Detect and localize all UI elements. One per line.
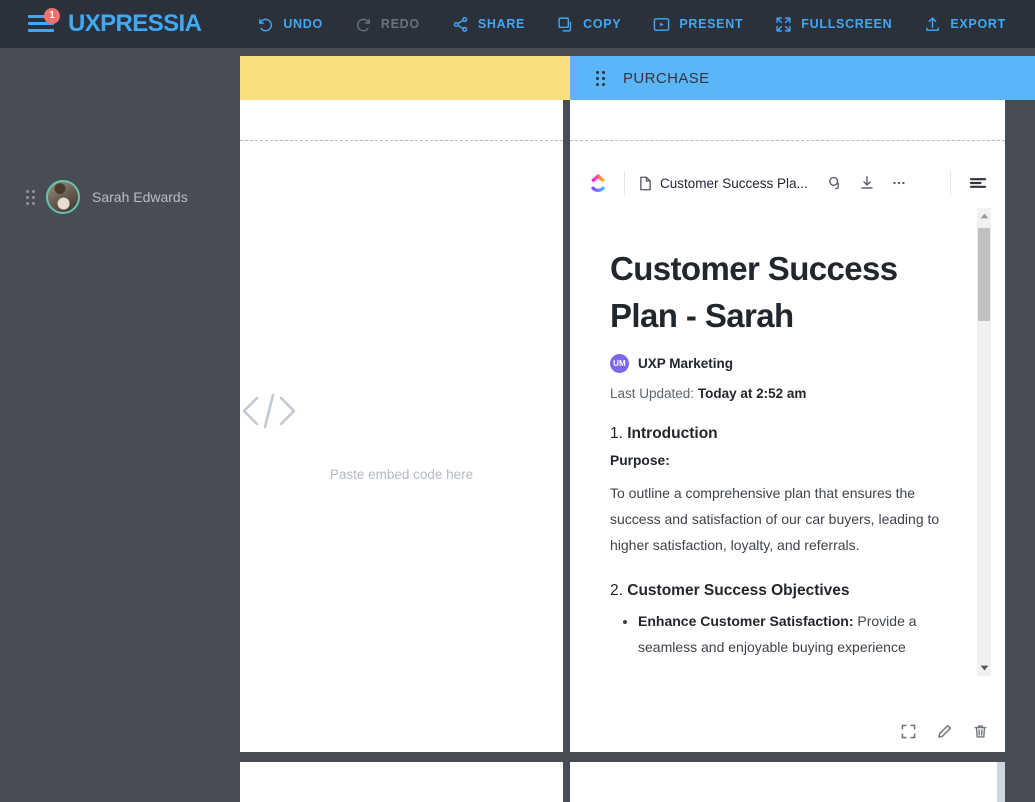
author-avatar: UM [610, 354, 629, 373]
stage-purchase-label: PURCHASE [623, 70, 710, 87]
share-button[interactable]: SHARE [452, 16, 525, 33]
embed-placeholder-text: Paste embed code here [330, 467, 473, 482]
stage-purchase[interactable]: PURCHASE [570, 56, 1035, 100]
document-author: UM UXP Marketing [610, 354, 961, 373]
duplicate-icon[interactable] [822, 170, 848, 196]
document-title: Customer Success Plan - Sarah [610, 246, 961, 340]
card-next-row-right[interactable] [570, 762, 1005, 802]
document-toolbar-right [936, 170, 991, 196]
journey-canvas: Paste embed code here [240, 100, 1035, 779]
toolbar-actions: UNDO REDO SHARE [257, 16, 1035, 33]
redo-label: REDO [381, 18, 420, 31]
document-toolbar-icons [822, 170, 912, 196]
toolbar-separator [950, 171, 951, 195]
delete-icon[interactable] [971, 722, 989, 740]
card-document[interactable]: Customer Success Pla... [570, 100, 1005, 752]
section-1-subheading: Purpose: [610, 453, 961, 468]
more-horizontal-icon[interactable] [886, 170, 912, 196]
scrollbar-thumb[interactable] [978, 228, 990, 321]
section-2-heading: 2. Customer Success Objectives [610, 582, 961, 600]
persona-row[interactable]: Sarah Edwards [0, 172, 240, 222]
persona-avatar[interactable] [46, 180, 80, 214]
hamburger-bar [28, 29, 54, 32]
fullscreen-icon [775, 16, 792, 33]
list-item: Enhance Customer Satisfaction: Provide a… [638, 608, 961, 660]
author-name: UXP Marketing [638, 356, 733, 371]
fullscreen-label: FULLSCREEN [801, 18, 892, 31]
section-1-heading: 1. Introduction [610, 425, 961, 443]
clickup-logo-icon[interactable] [588, 172, 610, 194]
stage-previous[interactable] [240, 56, 570, 100]
embed-placeholder[interactable]: Paste embed code here [240, 390, 563, 484]
present-button[interactable]: PRESENT [653, 16, 743, 33]
redo-button[interactable]: REDO [355, 16, 420, 33]
copy-label: COPY [583, 18, 621, 31]
last-updated-label: Last Updated: [610, 386, 694, 401]
stage-drag-handle-icon[interactable] [596, 71, 605, 86]
card-next-row-left[interactable] [240, 762, 563, 802]
bullet-bold-label: Enhance Customer Satisfaction: [638, 613, 854, 629]
document-body: Customer Success Plan - Sarah UM UXP Mar… [570, 208, 991, 676]
section-2-bullet-list: Enhance Customer Satisfaction: Provide a… [610, 608, 961, 660]
card-divider [570, 140, 1005, 141]
document-name-button[interactable]: Customer Success Pla... [639, 176, 808, 191]
undo-button[interactable]: UNDO [257, 16, 323, 33]
edit-icon[interactable] [935, 722, 953, 740]
menu-notification-badge: 1 [44, 8, 60, 24]
document-toolbar: Customer Success Pla... [570, 158, 1005, 208]
next-card-scrollbar[interactable] [997, 762, 1005, 802]
journey-stage-strip: PURCHASE [240, 56, 1035, 100]
top-toolbar: 1 UXPRESSIA UNDO REDO [0, 0, 1035, 48]
menu-hamburger-button[interactable]: 1 [28, 13, 56, 35]
persona-name: Sarah Edwards [92, 189, 188, 205]
export-button[interactable]: EXPORT [924, 16, 1006, 33]
left-sidebar: Sarah Edwards [0, 48, 240, 779]
present-label: PRESENT [679, 18, 743, 31]
undo-icon [257, 16, 274, 33]
document-name-label: Customer Success Pla... [660, 176, 808, 191]
section-1-title: Introduction [627, 425, 717, 442]
undo-label: UNDO [283, 18, 323, 31]
scroll-up-arrow-icon[interactable] [977, 208, 991, 224]
fullscreen-button[interactable]: FULLSCREEN [775, 16, 892, 33]
scroll-down-arrow-icon[interactable] [977, 660, 991, 676]
toolbar-separator [624, 171, 625, 195]
card-embed[interactable]: Paste embed code here [240, 100, 563, 752]
export-icon [924, 16, 941, 33]
document-icon [639, 176, 652, 191]
section-1-number: 1. [610, 425, 623, 442]
expand-icon[interactable] [899, 722, 917, 740]
app-logo-uxpressia[interactable]: UXPRESSIA [68, 10, 201, 38]
copy-icon [557, 16, 574, 33]
download-icon[interactable] [854, 170, 880, 196]
card-actions [899, 722, 989, 740]
export-label: EXPORT [950, 18, 1006, 31]
share-icon [452, 16, 469, 33]
redo-icon [355, 16, 372, 33]
copy-button[interactable]: COPY [557, 16, 621, 33]
document-last-updated: Last Updated: Today at 2:52 am [610, 386, 961, 401]
drag-handle-icon[interactable] [26, 190, 36, 205]
section-2-title: Customer Success Objectives [627, 582, 849, 599]
present-icon [653, 16, 670, 33]
document-scrollbar[interactable] [977, 208, 991, 676]
section-1-paragraph: To outline a comprehensive plan that ens… [610, 480, 961, 559]
outline-list-icon[interactable] [965, 170, 991, 196]
share-label: SHARE [478, 18, 525, 31]
last-updated-value: Today at 2:52 am [698, 386, 807, 401]
section-2-number: 2. [610, 582, 623, 599]
code-brackets-icon [240, 390, 563, 432]
card-divider [240, 140, 563, 141]
